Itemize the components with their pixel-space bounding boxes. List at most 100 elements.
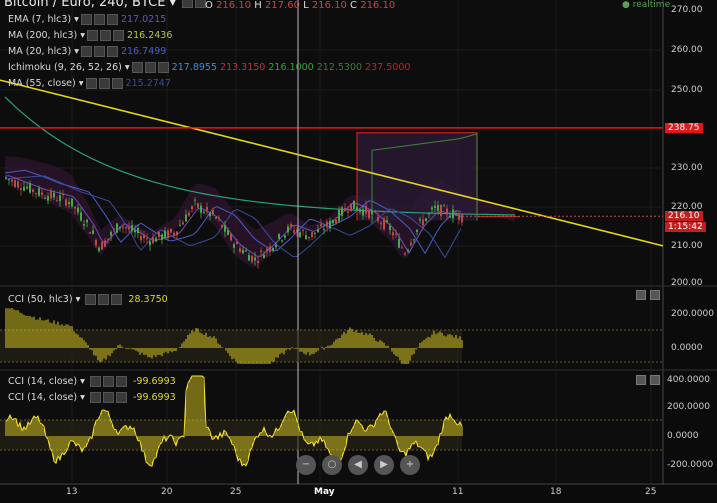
cci1-value: 28.3750 [128,294,168,305]
candle-body [170,228,172,233]
candle-body [338,210,340,222]
ohlc-readout: O 216.10 H 217.60 L 216.10 C 216.10 [205,0,395,11]
candle-body [410,242,412,246]
candle-body [293,230,295,233]
candle-body [446,208,448,215]
legend-row: EMA (7, hlc3) ▾ 217.0215 [8,12,410,28]
legend-eye-icon[interactable] [85,78,97,89]
legend-close-icon[interactable] [111,78,123,89]
candle-body [302,230,304,232]
candle-body [188,212,190,216]
ohlc-value-c: 216.10 [360,0,396,11]
time-axis-label: 25 [230,487,242,497]
legend-settings-icon[interactable] [98,78,110,89]
legend-eye-icon[interactable] [80,14,92,25]
candle-body [416,229,418,232]
scroll-left-icon[interactable]: ◀ [348,455,368,475]
cci1-maximize-icon[interactable] [636,290,646,300]
candle-body [266,248,268,252]
candle-body [143,235,145,239]
candle-body [191,206,193,210]
cci2-label-2[interactable]: CCI (14, close) [8,392,77,403]
cci2a-eye-icon[interactable] [89,376,101,387]
legend-close-icon[interactable] [113,30,125,41]
legend-name[interactable]: MA (20, hlc3) ▾ [8,46,79,57]
candle-body [104,240,106,247]
legend-row: Ichimoku (9, 26, 52, 26) ▾ 217.8955 213.… [8,60,410,76]
candle-body [389,225,391,231]
candle-body [65,199,67,206]
legend-settings-icon[interactable] [93,46,105,57]
candle-body [194,199,196,201]
ohlc-key-h: H [254,0,265,11]
candle-body [230,233,232,241]
legend-settings-icon[interactable] [93,14,105,25]
candle-body [215,217,217,219]
candle-body [236,241,238,245]
cci2b-settings-icon[interactable] [102,392,114,403]
legend-settings-icon[interactable] [100,30,112,41]
candle-body [362,209,364,216]
legend-eye-icon[interactable] [131,62,143,73]
candle-body [62,194,64,196]
candle-body [449,216,451,218]
candle-body [71,198,73,207]
candle-body [287,226,289,233]
candle-body [392,232,394,236]
candle-body [395,233,397,235]
candle-body [80,212,82,221]
candle-body [344,208,346,211]
candle-body [50,190,52,199]
legend-eye-icon[interactable] [80,46,92,57]
legend-name[interactable]: MA (55, close) ▾ [8,78,84,89]
candle-body [110,232,112,236]
candle-body [116,223,118,233]
legend-value: 216.2436 [124,30,173,41]
time-axis-label: 25 [645,487,657,497]
legend-name[interactable]: Ichimoku (9, 26, 52, 26) ▾ [8,62,130,73]
symbol-title[interactable]: Bitcoin / Euro, 240, BTCE ▾ [4,0,207,10]
cci1-settings-icon[interactable] [98,294,110,305]
ohlc-key-l: L [303,0,312,11]
indicator-legend: EMA (7, hlc3) ▾ 217.0215 MA (200, hlc3) ▾… [8,12,410,92]
cci2-maximize-icon[interactable] [636,375,646,385]
cci2a-settings-icon[interactable] [102,376,114,387]
legend-value: 215.2747 [122,78,171,89]
candle-body [14,180,16,188]
candle-body [407,250,409,252]
candle-body [29,183,31,193]
cci2-pane-close-icon[interactable] [650,375,660,385]
scroll-right-icon[interactable]: ▶ [374,455,394,475]
legend-settings-icon[interactable] [144,62,156,73]
cci1-label[interactable]: CCI (50, hlc3) [8,294,73,305]
cci1-pane-close-icon[interactable] [650,290,660,300]
ichimoku-future-cloud [357,132,477,221]
cci1-close-icon[interactable] [111,294,123,305]
ohlc-value-l: 216.10 [311,0,351,11]
candle-body [221,224,223,228]
candle-body [440,204,442,217]
legend-close-icon[interactable] [106,14,118,25]
candle-body [86,219,88,223]
cci2-axis-label: 400.0000 [667,375,710,385]
cci2-label-1[interactable]: CCI (14, close) [8,376,77,387]
cci2b-eye-icon[interactable] [89,392,101,403]
candle-body [332,219,334,224]
zoom-in-icon[interactable]: + [400,455,420,475]
legend-eye-icon[interactable] [87,30,99,41]
zoom-reset-icon[interactable]: ○ [322,455,342,475]
candle-body [383,218,385,230]
candle-body [122,226,124,228]
zoom-out-icon[interactable]: − [296,455,316,475]
legend-name[interactable]: MA (200, hlc3) ▾ [8,30,85,41]
candle-body [137,228,139,234]
title-settings-icon[interactable] [182,0,194,8]
cci2a-close-icon[interactable] [115,376,127,387]
legend-close-icon[interactable] [157,62,169,73]
legend-close-icon[interactable] [106,46,118,57]
legend-name[interactable]: EMA (7, hlc3) ▾ [8,14,79,25]
cci1-axis-label: 0.0000 [671,343,703,353]
cci2b-close-icon[interactable] [115,392,127,403]
candle-body [107,238,109,240]
cci1-eye-icon[interactable] [85,294,97,305]
